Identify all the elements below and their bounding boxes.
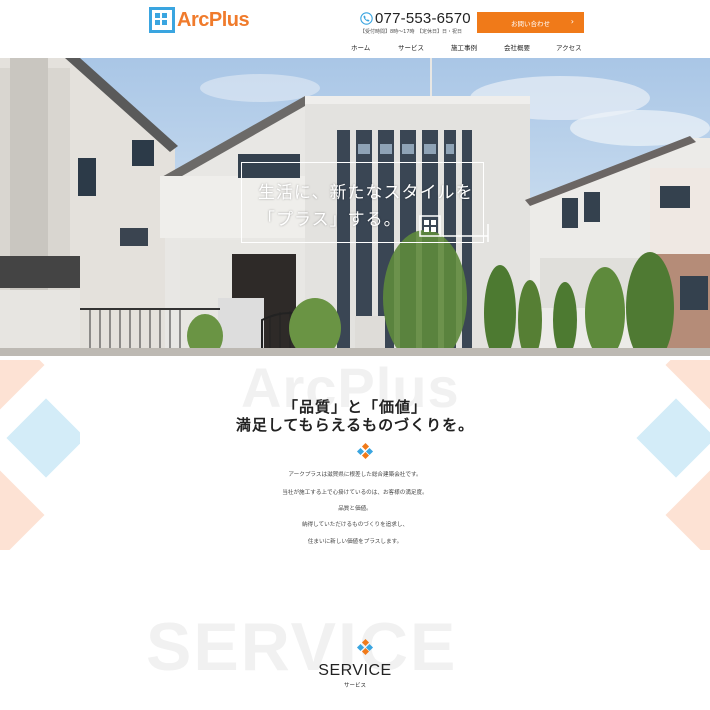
hero-copy-line1: 生活に、新たなスタイルを [258, 183, 474, 203]
hero-image: 生活に、新たなスタイルを 「プラス」する。 [0, 58, 710, 356]
chevron-right-icon: › [570, 17, 574, 26]
intro-paragraph-5: 住まいに新しい価値をプラスします。 [307, 539, 403, 545]
phone-block: 077-553-6570 【受付時間】8時〜17時 【定休日】日・祝日 [360, 10, 475, 35]
nav-item-company[interactable]: 会社概要 [504, 42, 530, 52]
nav-item-service[interactable]: サービス [398, 42, 424, 52]
intro-heading-line2: 満足してもらえるものづくりを。 [235, 416, 475, 434]
hero-copy-line2: 「プラス」する。 [258, 210, 402, 230]
intro-paragraph-1: アークプラスは滋賀県に根差した総合建築会社です。 [288, 472, 422, 478]
phone-number[interactable]: 077-553-6570 [375, 10, 471, 27]
logo-text: ArcPlus [177, 8, 250, 31]
hero-catchcopy: 生活に、新たなスタイルを 「プラス」する。 [258, 180, 474, 234]
nav-item-works[interactable]: 施工事例 [451, 42, 477, 52]
intro-paragraph-4: 納得していただけるものづくりを追求し、 [301, 522, 409, 528]
intro-paragraph-3: 品質と価値。 [338, 506, 372, 512]
phone-icon [360, 12, 373, 25]
site-header: ArcPlus 077-553-6570 【受付時間】8時〜17時 【定休日】日… [0, 0, 710, 58]
intro-paragraph-2: 当社が施工する上で心掛けているのは、お客様の満足度。 [282, 490, 428, 496]
diamond-divider-icon [356, 442, 374, 460]
site-logo[interactable]: ArcPlus [149, 6, 250, 34]
contact-button[interactable]: お問い合わせ › [477, 12, 584, 33]
nav-item-access[interactable]: アクセス [556, 42, 582, 52]
service-title: SERVICE [318, 662, 392, 679]
service-subtitle: サービス [343, 683, 366, 689]
contact-button-label: お問い合わせ [511, 19, 550, 28]
logo-window-icon [149, 7, 175, 33]
service-diamond-icon [356, 638, 374, 656]
nav-item-home[interactable]: ホーム [351, 42, 370, 52]
business-hours: 【受付時間】8時〜17時 【定休日】日・祝日 [360, 29, 463, 35]
